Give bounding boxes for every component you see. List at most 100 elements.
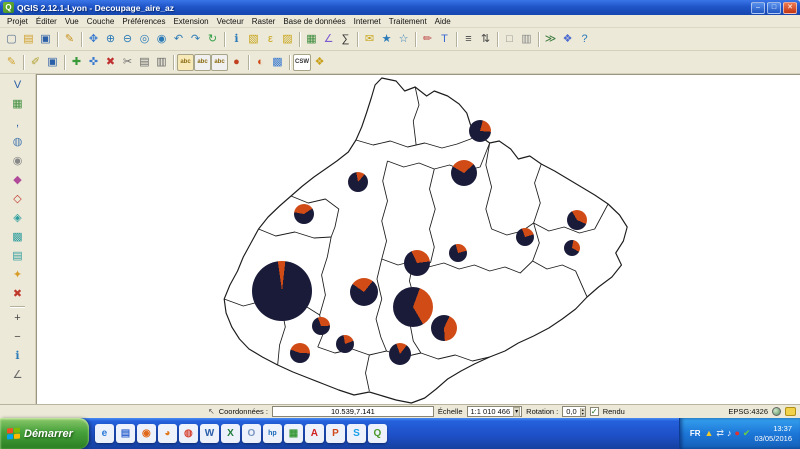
- menu-item-raster[interactable]: Raster: [248, 16, 280, 27]
- new-project-icon[interactable]: ▢: [3, 31, 20, 48]
- measure-tool-icon[interactable]: ∠: [8, 366, 27, 385]
- menu-item-preferences[interactable]: Préférences: [118, 16, 169, 27]
- firefox-icon[interactable]: ◕: [158, 424, 177, 443]
- composer-manager-icon[interactable]: ▥: [518, 31, 535, 48]
- add-vector-layer-icon[interactable]: V: [8, 76, 27, 95]
- excel-icon[interactable]: X: [221, 424, 240, 443]
- coordinate-capture-icon[interactable]: ↖: [208, 407, 215, 416]
- select-expression-icon[interactable]: ε: [262, 31, 279, 48]
- label-move-icon[interactable]: abc: [194, 54, 211, 71]
- label-pin-icon[interactable]: ●: [228, 54, 245, 71]
- labeling-icon[interactable]: abc: [177, 54, 194, 71]
- menu-item-vecteur[interactable]: Vecteur: [213, 16, 248, 27]
- zoom-out-icon[interactable]: ⊖: [119, 31, 136, 48]
- copy-features-icon[interactable]: ▤: [136, 54, 153, 71]
- tray-network-icon[interactable]: ⇄: [716, 429, 724, 438]
- refresh-icon[interactable]: ↻: [204, 31, 221, 48]
- word-icon[interactable]: W: [200, 424, 219, 443]
- tray-shield-icon[interactable]: ▲: [705, 429, 714, 438]
- log-messages-icon[interactable]: [785, 407, 796, 416]
- zoom-last-icon[interactable]: ↶: [170, 31, 187, 48]
- attributes-table-icon[interactable]: ▦: [303, 31, 320, 48]
- zoom-out-tool-icon[interactable]: −: [8, 328, 27, 347]
- new-composer-icon[interactable]: □: [501, 31, 518, 48]
- statistics-sum-icon[interactable]: ∑: [337, 31, 354, 48]
- zoom-in-icon[interactable]: ⊕: [102, 31, 119, 48]
- menu-item-base-de-donnees[interactable]: Base de données: [279, 16, 349, 27]
- new-shapefile-icon[interactable]: ✦: [8, 266, 27, 285]
- python-console-icon[interactable]: ≫: [542, 31, 559, 48]
- diagram-icon[interactable]: ◐: [252, 54, 269, 71]
- language-indicator[interactable]: FR: [690, 429, 701, 438]
- deselect-icon[interactable]: ▨: [279, 31, 296, 48]
- tray-update-icon[interactable]: ✔: [743, 429, 751, 438]
- identify-icon[interactable]: ℹ: [228, 31, 245, 48]
- spin-down-icon[interactable]: ▾: [582, 412, 584, 416]
- acrobat-icon[interactable]: A: [305, 424, 324, 443]
- remove-layer-icon[interactable]: ✖: [8, 285, 27, 304]
- save-project-icon[interactable]: ▣: [37, 31, 54, 48]
- add-mssql-layer-icon[interactable]: ◆: [8, 171, 27, 190]
- label-rotate-icon[interactable]: abc: [211, 54, 228, 71]
- decorations-icon[interactable]: ▩: [269, 54, 286, 71]
- zoom-actual-icon[interactable]: ◎: [136, 31, 153, 48]
- add-raster-layer-icon[interactable]: ▦: [8, 95, 27, 114]
- outlook-icon[interactable]: O: [242, 424, 261, 443]
- menu-item-editer[interactable]: Éditer: [32, 16, 61, 27]
- rotation-spin-arrows[interactable]: ▴ ▾: [580, 408, 585, 416]
- annotation-icon[interactable]: ✏: [419, 31, 436, 48]
- add-wms-layer-icon[interactable]: ◈: [8, 209, 27, 228]
- measure-icon[interactable]: ∠: [320, 31, 337, 48]
- coordinates-label[interactable]: Coordonnées :: [219, 407, 268, 416]
- rotation-spinbox[interactable]: 0,0 ▴ ▾: [562, 406, 585, 417]
- text-annotation-icon[interactable]: T: [436, 31, 453, 48]
- scale-combo[interactable]: 1:1 010 466 ▾: [467, 406, 523, 417]
- delete-selected-icon[interactable]: ✖: [102, 54, 119, 71]
- menu-item-traitement[interactable]: Traitement: [385, 16, 431, 27]
- add-feature-icon[interactable]: ✚: [68, 54, 85, 71]
- add-wcs-layer-icon[interactable]: ▩: [8, 228, 27, 247]
- coordinates-input[interactable]: [272, 406, 434, 417]
- add-oracle-layer-icon[interactable]: ◇: [8, 190, 27, 209]
- layer-order-icon[interactable]: ⇅: [477, 31, 494, 48]
- identify-tool-icon[interactable]: ℹ: [8, 347, 27, 366]
- ie-icon[interactable]: e: [95, 424, 114, 443]
- render-checkbox[interactable]: ✓: [590, 407, 599, 416]
- node-tool-icon[interactable]: ✜: [85, 54, 102, 71]
- show-bookmarks-icon[interactable]: ☆: [395, 31, 412, 48]
- notepad-icon[interactable]: ▦: [284, 424, 303, 443]
- plugins-icon[interactable]: ❖: [559, 31, 576, 48]
- open-project-icon[interactable]: ▤: [20, 31, 37, 48]
- menu-item-aide[interactable]: Aide: [431, 16, 455, 27]
- tray-antivirus-icon[interactable]: ●: [734, 429, 739, 438]
- menu-item-couche[interactable]: Couche: [83, 16, 119, 27]
- start-button[interactable]: Démarrer: [0, 418, 89, 449]
- layers-icon[interactable]: ≡: [460, 31, 477, 48]
- powerpoint-icon[interactable]: P: [326, 424, 345, 443]
- style-manager-icon[interactable]: ✎: [61, 31, 78, 48]
- zoom-in-tool-icon[interactable]: +: [8, 309, 27, 328]
- select-rectangle-icon[interactable]: ▧: [245, 31, 262, 48]
- menu-item-projet[interactable]: Projet: [3, 16, 32, 27]
- map-canvas[interactable]: [36, 74, 800, 404]
- menu-item-internet[interactable]: Internet: [350, 16, 385, 27]
- map-tips-icon[interactable]: ✉: [361, 31, 378, 48]
- chrome-icon[interactable]: ◍: [179, 424, 198, 443]
- maximize-button[interactable]: □: [767, 2, 781, 14]
- menu-item-extension[interactable]: Extension: [169, 16, 212, 27]
- metasearch-icon[interactable]: ❖: [311, 54, 328, 71]
- add-postgis-layer-icon[interactable]: ◍: [8, 133, 27, 152]
- scale-dropdown-icon[interactable]: ▾: [513, 407, 520, 417]
- crs-globe-icon[interactable]: [772, 407, 781, 416]
- cut-features-icon[interactable]: ✂: [119, 54, 136, 71]
- skype-icon[interactable]: S: [347, 424, 366, 443]
- add-delimited-text-icon[interactable]: ,: [8, 114, 27, 133]
- qgis-icon[interactable]: Q: [368, 424, 387, 443]
- zoom-full-icon[interactable]: ◉: [153, 31, 170, 48]
- toggle-editing-icon[interactable]: ✐: [27, 54, 44, 71]
- minimize-button[interactable]: –: [751, 2, 765, 14]
- csw-catalog-icon[interactable]: CSW: [293, 54, 311, 71]
- new-bookmark-icon[interactable]: ★: [378, 31, 395, 48]
- add-wfs-layer-icon[interactable]: ▤: [8, 247, 27, 266]
- add-spatialite-layer-icon[interactable]: ◉: [8, 152, 27, 171]
